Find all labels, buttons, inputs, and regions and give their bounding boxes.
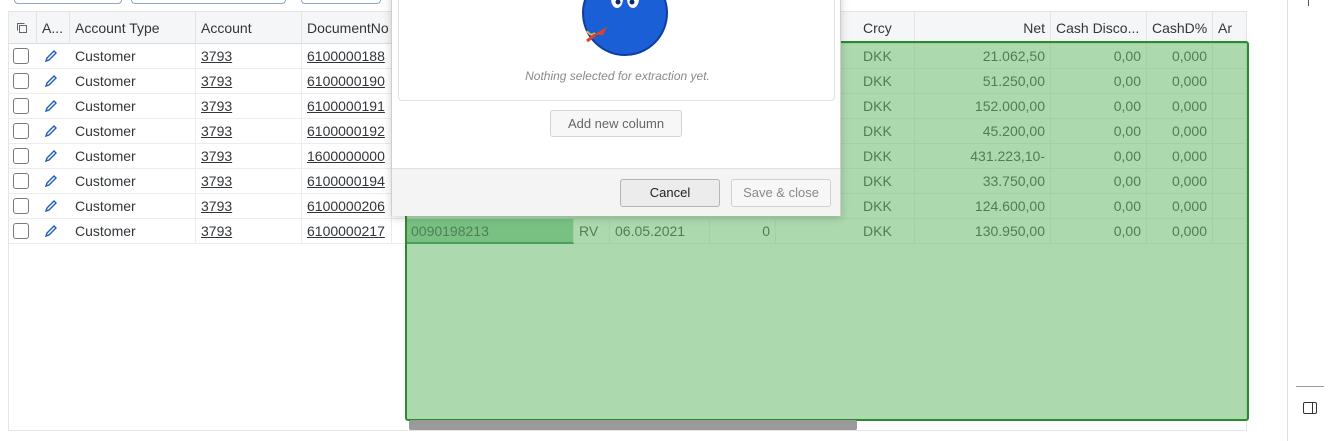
select-all-column[interactable] — [9, 12, 37, 44]
toolbar-button[interactable] — [131, 0, 286, 4]
cell-account[interactable]: 3793 — [196, 94, 302, 119]
pencil-icon[interactable] — [44, 224, 58, 238]
right-side-panel — [1287, 0, 1331, 441]
toolbar-button[interactable] — [301, 0, 381, 4]
cell-account[interactable]: 3793 — [196, 69, 302, 94]
cell-account[interactable]: 3793 — [196, 194, 302, 219]
cell-document-no[interactable]: 6100000190 — [302, 69, 392, 94]
cell-document-no[interactable]: 6100000192 — [302, 119, 392, 144]
pencil-icon[interactable] — [44, 199, 58, 213]
cell-account[interactable]: 3793 — [196, 169, 302, 194]
row-checkbox[interactable] — [13, 198, 29, 214]
pencil-icon[interactable] — [44, 174, 58, 188]
mascot-illustration — [582, 0, 668, 56]
cell-account[interactable]: 3793 — [196, 219, 302, 244]
cell-account[interactable]: 3793 — [196, 144, 302, 169]
column-cashd-pct[interactable]: CashD% — [1147, 12, 1213, 44]
cell-document-no[interactable]: 6100000191 — [302, 94, 392, 119]
empty-state-text: Nothing selected for extraction yet. — [525, 69, 710, 83]
extraction-dialog: Nothing selected for extraction yet. Add… — [391, 0, 841, 216]
row-checkbox[interactable] — [13, 98, 29, 114]
row-checkbox[interactable] — [13, 223, 29, 239]
extraction-preview-area: Nothing selected for extraction yet. — [398, 0, 835, 101]
side-panel-icon[interactable] — [1303, 402, 1317, 414]
cell-account-type: Customer — [70, 169, 196, 194]
toolbar-button[interactable] — [14, 0, 122, 4]
app-window: A... Account Type Account DocumentNo Crc… — [0, 0, 1331, 441]
dialog-footer: Cancel Save & close — [392, 168, 840, 216]
column-account-type[interactable]: Account Type — [70, 12, 196, 44]
row-checkbox[interactable] — [13, 48, 29, 64]
column-cash-disco[interactable]: Cash Disco... — [1051, 12, 1147, 44]
column-a[interactable]: A... — [37, 12, 70, 44]
row-checkbox[interactable] — [13, 123, 29, 139]
cell-account-type: Customer — [70, 194, 196, 219]
cell-account-type: Customer — [70, 219, 196, 244]
copy-icon[interactable] — [16, 22, 28, 34]
save-close-button[interactable]: Save & close — [731, 179, 831, 207]
cell-document-no[interactable]: 6100000206 — [302, 194, 392, 219]
cell-document-no[interactable]: 6100000194 — [302, 169, 392, 194]
cell-account[interactable]: 3793 — [196, 44, 302, 69]
divider — [1308, 0, 1309, 6]
cell-document-no[interactable]: 1600000000 — [302, 144, 392, 169]
row-checkbox[interactable] — [13, 73, 29, 89]
cell-account[interactable]: 3793 — [196, 119, 302, 144]
cell-account-type: Customer — [70, 119, 196, 144]
cell-document-no[interactable]: 6100000188 — [302, 44, 392, 69]
cell-account-type: Customer — [70, 144, 196, 169]
cancel-button[interactable]: Cancel — [620, 179, 720, 207]
row-checkbox[interactable] — [13, 173, 29, 189]
row-checkbox[interactable] — [13, 148, 29, 164]
pencil-icon[interactable] — [44, 49, 58, 63]
pencil-icon[interactable] — [44, 74, 58, 88]
horizontal-scrollbar-thumb[interactable] — [409, 420, 857, 430]
cell-account-type: Customer — [70, 44, 196, 69]
add-new-column-button[interactable]: Add new column — [550, 110, 682, 137]
pencil-icon[interactable] — [44, 99, 58, 113]
pencil-icon[interactable] — [44, 124, 58, 138]
column-net[interactable]: Net — [915, 12, 1051, 44]
cell-account-type: Customer — [70, 69, 196, 94]
column-crcy[interactable]: Crcy — [858, 12, 915, 44]
pencil-icon[interactable] — [44, 149, 58, 163]
column-document-no[interactable]: DocumentNo — [302, 12, 392, 44]
cell-account-type: Customer — [70, 94, 196, 119]
column-account[interactable]: Account — [196, 12, 302, 44]
cell-document-no[interactable]: 6100000217 — [302, 219, 392, 244]
column-ar[interactable]: Ar — [1213, 12, 1246, 44]
divider — [1296, 386, 1324, 387]
